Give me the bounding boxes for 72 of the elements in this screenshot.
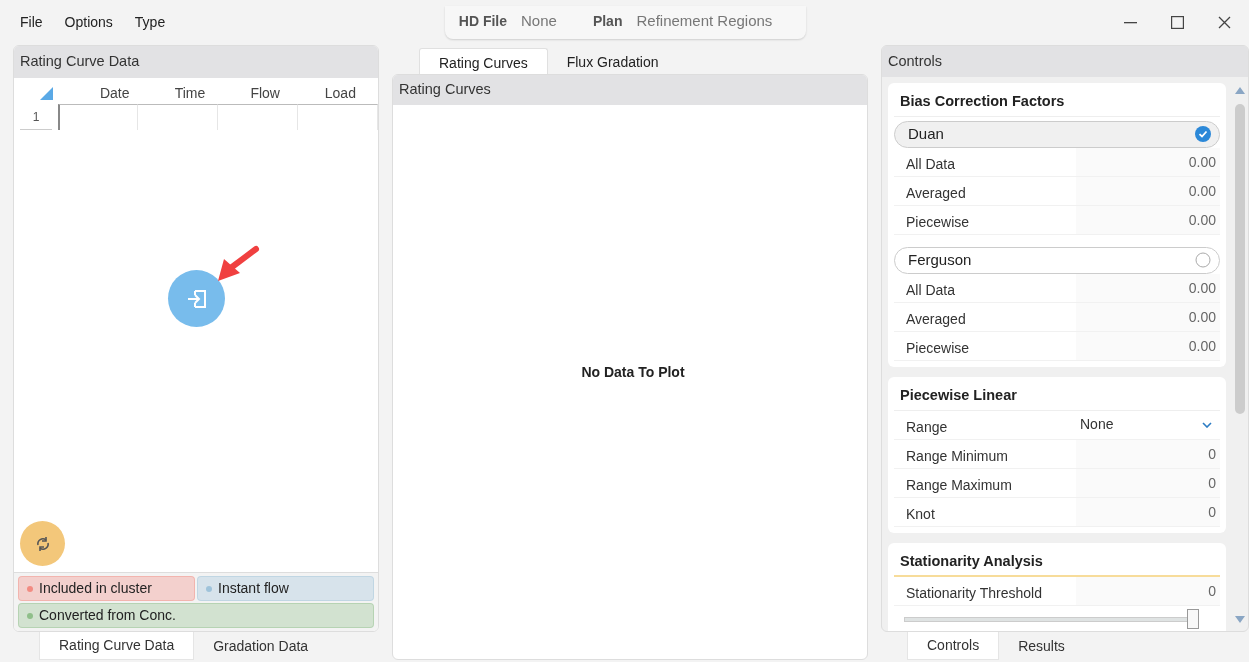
column-header[interactable]: Flow xyxy=(227,83,303,104)
value-field[interactable]: 0.00 xyxy=(1076,273,1220,302)
table-cell[interactable] xyxy=(138,104,218,130)
tab[interactable]: Rating Curve Data xyxy=(39,632,195,660)
column-header[interactable]: Time xyxy=(152,83,228,104)
empty-plot-message: No Data To Plot xyxy=(581,362,685,382)
field-value: None xyxy=(521,11,557,32)
tab[interactable]: Rating Curves xyxy=(419,48,548,74)
value-field[interactable]: 0.00 xyxy=(1076,147,1220,176)
radio-icon[interactable] xyxy=(1195,252,1211,269)
import-icon xyxy=(185,288,208,309)
menu-item[interactable]: File xyxy=(20,12,43,33)
field-label: Range Minimum xyxy=(905,446,1009,466)
legend-label: Included in cluster xyxy=(39,579,152,598)
table-cell[interactable] xyxy=(218,104,298,130)
import-button[interactable] xyxy=(168,270,225,327)
tab[interactable]: Flux Gradation xyxy=(547,48,678,74)
refresh-button[interactable] xyxy=(20,521,65,566)
value-field[interactable]: 0.00 xyxy=(1076,331,1220,360)
menu-item[interactable]: Type xyxy=(134,12,166,33)
menu-item[interactable]: Options xyxy=(64,12,113,33)
row-number: 1 xyxy=(20,104,52,130)
value-field[interactable]: 0 xyxy=(1076,439,1220,468)
value-field[interactable]: 0.00 xyxy=(1076,302,1220,331)
tab[interactable]: Results xyxy=(999,632,1084,660)
field-label: Piecewise xyxy=(905,212,971,232)
maximize-icon[interactable] xyxy=(1171,16,1184,29)
table-cell[interactable] xyxy=(298,104,378,130)
panel-title: Rating Curves xyxy=(393,75,867,105)
field-label: Knot xyxy=(905,504,936,524)
select-all-icon[interactable] xyxy=(40,86,54,100)
panel-title: Controls xyxy=(882,46,1248,78)
dropdown-field[interactable]: None xyxy=(1076,410,1220,439)
annotation-arrow xyxy=(216,245,260,283)
field-label: Averaged xyxy=(905,183,967,203)
column-header[interactable]: Load xyxy=(302,83,378,104)
field-value: Refinement Regions xyxy=(636,11,773,32)
section-title: Piecewise Linear xyxy=(894,382,1220,411)
table-cell[interactable] xyxy=(58,104,138,130)
column-header[interactable]: Date xyxy=(77,83,153,104)
tab[interactable]: Gradation Data xyxy=(194,632,328,660)
minimize-icon[interactable] xyxy=(1124,21,1137,24)
checked-radio-icon[interactable] xyxy=(1195,126,1211,143)
value-field[interactable]: 0 xyxy=(1076,468,1220,497)
field-label: Piecewise xyxy=(905,338,971,358)
field-label: Plan xyxy=(592,12,623,31)
panel-title: Rating Curve Data xyxy=(14,46,378,78)
slider-thumb[interactable] xyxy=(1187,609,1199,630)
value-field[interactable]: 0.00 xyxy=(1076,176,1220,205)
chevron-down-icon xyxy=(1202,421,1212,428)
field-label: Stationarity Threshold xyxy=(905,584,1043,604)
value-field[interactable]: 0 xyxy=(1076,497,1220,526)
scroll-down-icon[interactable] xyxy=(1235,616,1245,623)
field-label: HD File xyxy=(458,12,507,31)
slider-track[interactable] xyxy=(904,608,1199,631)
field-label: Averaged xyxy=(905,309,967,329)
radio-option[interactable]: Duan xyxy=(894,120,1220,148)
value-field[interactable]: 0.00 xyxy=(1076,205,1220,234)
field-label: All Data xyxy=(905,280,957,300)
field-label: Range Maximum xyxy=(905,475,1013,495)
field-label: All Data xyxy=(905,154,957,174)
section-title: Bias Correction Factors xyxy=(894,89,1220,117)
tab[interactable]: Controls xyxy=(907,632,1000,660)
refresh-icon xyxy=(34,535,51,552)
scrollbar-thumb[interactable] xyxy=(1235,104,1245,415)
close-icon[interactable] xyxy=(1218,16,1231,29)
value-field[interactable]: 0 xyxy=(1076,577,1220,606)
field-label: Range xyxy=(905,417,949,437)
legend-label: Converted from Conc. xyxy=(39,606,176,625)
legend-label: Instant flow xyxy=(218,579,289,598)
radio-option[interactable]: Ferguson xyxy=(894,246,1220,274)
scroll-up-icon[interactable] xyxy=(1235,87,1245,95)
